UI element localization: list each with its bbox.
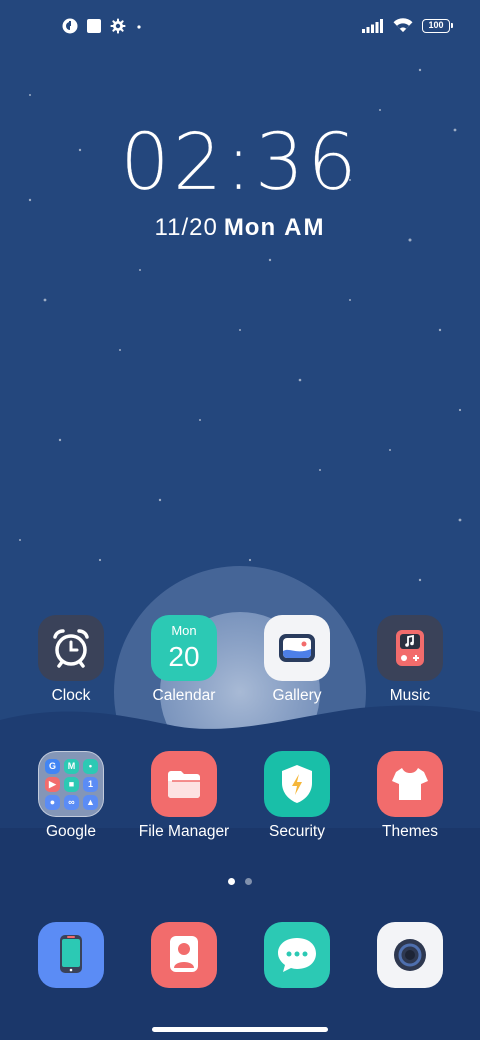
dock-camera[interactable] bbox=[354, 922, 466, 988]
page-dot[interactable] bbox=[228, 878, 235, 885]
date-text: 11/20 bbox=[154, 214, 218, 241]
status-bar[interactable]: 100 bbox=[0, 0, 480, 56]
app-label: Themes bbox=[382, 823, 438, 840]
notification-icons bbox=[62, 18, 144, 34]
alarm-clock-icon bbox=[38, 615, 104, 681]
ampm-text: AM bbox=[284, 214, 326, 241]
settings-gear-icon bbox=[110, 18, 126, 34]
app-label: Security bbox=[269, 823, 325, 840]
clock-date[interactable]: 11/20 Mon AM bbox=[0, 214, 480, 242]
dock-phone[interactable] bbox=[15, 922, 127, 988]
dock-messages[interactable] bbox=[241, 922, 353, 988]
navigation-handle[interactable] bbox=[152, 1027, 328, 1032]
more-dot-icon bbox=[137, 25, 141, 29]
app-label: File Manager bbox=[138, 823, 230, 840]
contacts-icon bbox=[151, 922, 217, 988]
app-gallery[interactable]: Gallery bbox=[241, 615, 353, 705]
dock-contacts[interactable] bbox=[128, 922, 240, 988]
camera-icon bbox=[377, 922, 443, 988]
page-indicator[interactable] bbox=[0, 878, 480, 885]
square-notification-icon bbox=[87, 19, 101, 33]
app-security[interactable]: Security bbox=[241, 751, 353, 841]
app-label: Google bbox=[46, 823, 96, 840]
wifi-icon bbox=[393, 18, 413, 32]
weekday-text: Mon bbox=[223, 214, 277, 241]
messages-icon bbox=[264, 922, 330, 988]
app-label: Clock bbox=[51, 687, 91, 704]
battery-icon: 100 bbox=[422, 18, 453, 33]
system-icons: 100 bbox=[362, 18, 453, 33]
app-label: Calendar bbox=[152, 687, 216, 704]
signal-icon bbox=[362, 18, 383, 33]
clock-time[interactable]: 02:36 bbox=[0, 118, 480, 208]
google-folder-icon: G M • ▶ ■ 1 ● ∞ ▲ bbox=[38, 751, 104, 817]
shield-icon bbox=[264, 751, 330, 817]
app-label: Music bbox=[389, 687, 431, 704]
app-notification-icon bbox=[62, 18, 78, 34]
tshirt-icon bbox=[377, 751, 443, 817]
app-themes[interactable]: Themes bbox=[354, 751, 466, 841]
music-icon bbox=[377, 615, 443, 681]
calendar-day: 20 bbox=[168, 641, 200, 672]
app-calendar[interactable]: Mon 20 Calendar bbox=[128, 615, 240, 705]
app-google-folder[interactable]: G M • ▶ ■ 1 ● ∞ ▲ Google bbox=[15, 751, 127, 841]
app-file-manager[interactable]: File Manager bbox=[128, 751, 240, 841]
phone-icon bbox=[38, 922, 104, 988]
folder-icon bbox=[151, 751, 217, 817]
gallery-icon bbox=[264, 615, 330, 681]
app-clock[interactable]: Clock bbox=[15, 615, 127, 705]
app-label: Gallery bbox=[272, 687, 322, 704]
calendar-icon: Mon 20 bbox=[151, 615, 217, 681]
app-music[interactable]: Music bbox=[354, 615, 466, 705]
page-dot[interactable] bbox=[245, 878, 252, 885]
calendar-month: Mon bbox=[171, 623, 197, 638]
